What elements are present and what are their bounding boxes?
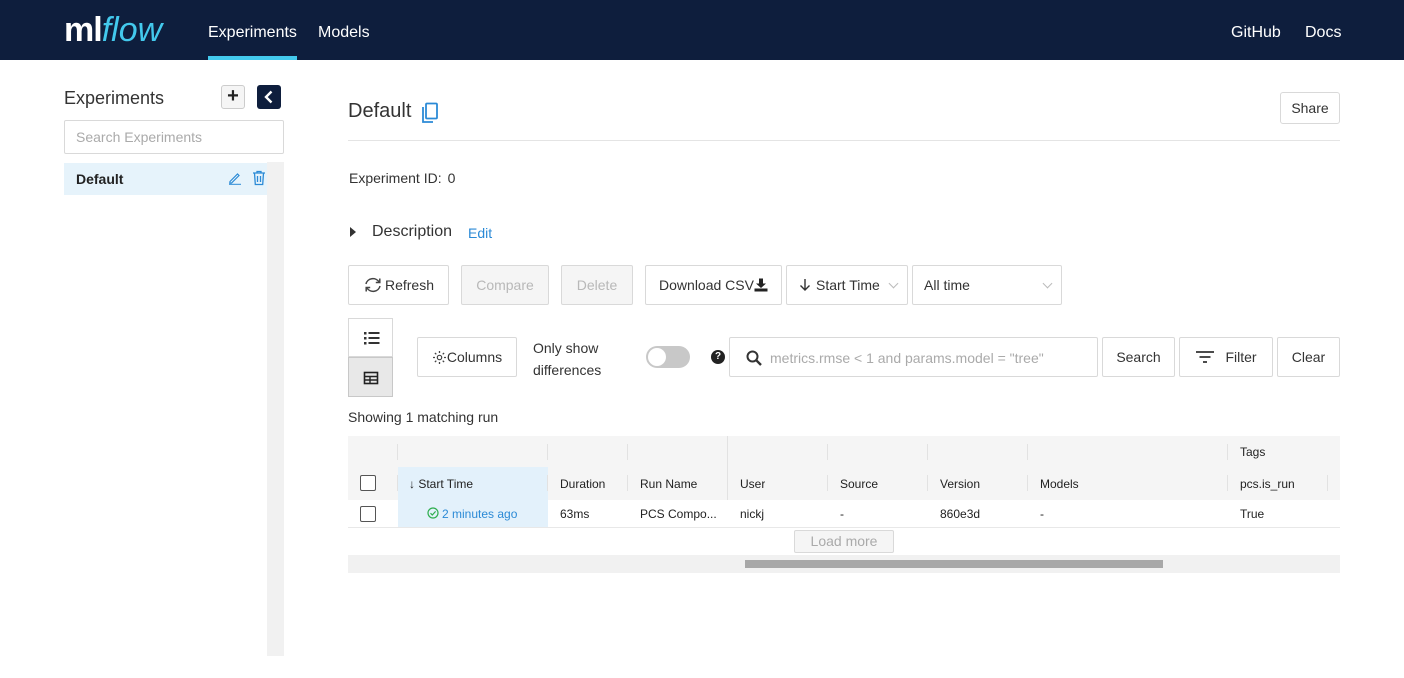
download-csv-button[interactable]: Download CSV (645, 265, 782, 305)
sidebar-item-default[interactable]: Default (64, 163, 267, 195)
tags-group-header: Tags (1240, 445, 1266, 459)
sort-select[interactable]: Start Time (786, 265, 908, 305)
chevron-down-icon (888, 278, 899, 289)
only-show-differences-label: Only show differences (533, 340, 602, 378)
table-view-button[interactable] (348, 357, 393, 397)
column-version[interactable]: Version (940, 477, 980, 491)
edit-icon[interactable] (228, 171, 242, 190)
trash-icon[interactable] (252, 170, 266, 191)
chevron-left-icon (264, 90, 273, 104)
divider (348, 140, 1340, 141)
description-toggle[interactable]: Description (372, 223, 452, 241)
delete-button[interactable]: Delete (561, 265, 633, 305)
refresh-button[interactable]: Refresh (348, 265, 449, 305)
horizontal-scrollbar[interactable] (348, 555, 1340, 573)
scrollbar-thumb[interactable] (745, 560, 1163, 568)
run-version[interactable]: 860e3d (940, 507, 980, 521)
nav-github[interactable]: GitHub (1231, 0, 1281, 60)
nav-experiments[interactable]: Experiments (208, 0, 297, 60)
gear-icon (432, 350, 446, 364)
time-range-select[interactable]: All time (912, 265, 1062, 305)
arrow-down-icon (800, 279, 810, 291)
column-start-time[interactable]: ↓ Start Time (409, 477, 473, 491)
run-start-time-link[interactable]: 2 minutes ago (427, 507, 517, 521)
column-models[interactable]: Models (1040, 477, 1079, 491)
run-search-box[interactable] (729, 337, 1098, 377)
column-source[interactable]: Source (840, 477, 878, 491)
table-icon (363, 371, 379, 385)
share-button[interactable]: Share (1280, 92, 1340, 124)
only-show-differences-toggle[interactable] (646, 346, 690, 368)
refresh-icon (365, 277, 381, 293)
run-duration: 63ms (560, 507, 590, 521)
list-icon (364, 332, 380, 345)
caret-right-icon[interactable] (350, 227, 356, 237)
search-icon (746, 350, 762, 366)
question-icon[interactable]: ? (711, 350, 725, 364)
columns-button[interactable]: Columns (417, 337, 517, 377)
column-duration[interactable]: Duration (560, 477, 605, 491)
top-navbar: ml flow Experiments Models GitHub Docs (0, 0, 1404, 60)
run-search-input[interactable] (770, 347, 1090, 369)
run-models: - (1040, 507, 1044, 521)
download-icon (754, 278, 768, 292)
search-button[interactable]: Search (1102, 337, 1175, 377)
select-all-checkbox[interactable] (360, 475, 376, 491)
add-experiment-button[interactable]: + (221, 85, 245, 109)
list-view-button[interactable] (348, 318, 393, 357)
clear-button[interactable]: Clear (1277, 337, 1340, 377)
run-source: - (840, 507, 844, 521)
runs-table: Tags ↓ Start Time Duration Run Name User… (348, 436, 1340, 573)
compare-button[interactable]: Compare (461, 265, 549, 305)
mlflow-logo[interactable]: ml flow (64, 8, 162, 52)
filter-button[interactable]: Filter (1179, 337, 1273, 377)
sidebar-title: Experiments (64, 88, 165, 108)
collapse-sidebar-button[interactable] (257, 85, 281, 109)
run-name-link[interactable]: PCS Compo... (640, 507, 724, 521)
load-more-button[interactable]: Load more (794, 530, 894, 553)
column-user[interactable]: User (740, 477, 765, 491)
check-circle-icon (427, 507, 439, 519)
sort-desc-icon: ↓ (409, 477, 415, 491)
nav-docs[interactable]: Docs (1305, 0, 1341, 60)
experiment-id: Experiment ID: 0 (349, 170, 456, 186)
nav-models[interactable]: Models (318, 0, 370, 60)
experiment-search-input[interactable] (64, 120, 284, 154)
description-edit-link[interactable]: Edit (468, 225, 492, 241)
column-pcs-is-run[interactable]: pcs.is_run (1240, 477, 1295, 491)
sidebar-item-label: Default (76, 171, 124, 187)
filter-icon (1196, 351, 1215, 363)
matching-runs-count: Showing 1 matching run (348, 409, 499, 425)
column-run-name[interactable]: Run Name (640, 477, 697, 491)
sidebar-scrollbar[interactable] (267, 162, 284, 656)
chevron-down-icon (1042, 278, 1053, 289)
run-user: nickj (740, 507, 765, 521)
row-checkbox[interactable] (360, 506, 376, 522)
page-title: Default (348, 100, 412, 122)
copy-icon[interactable] (421, 102, 439, 129)
run-tag-pcs-is-run: True (1240, 507, 1265, 521)
